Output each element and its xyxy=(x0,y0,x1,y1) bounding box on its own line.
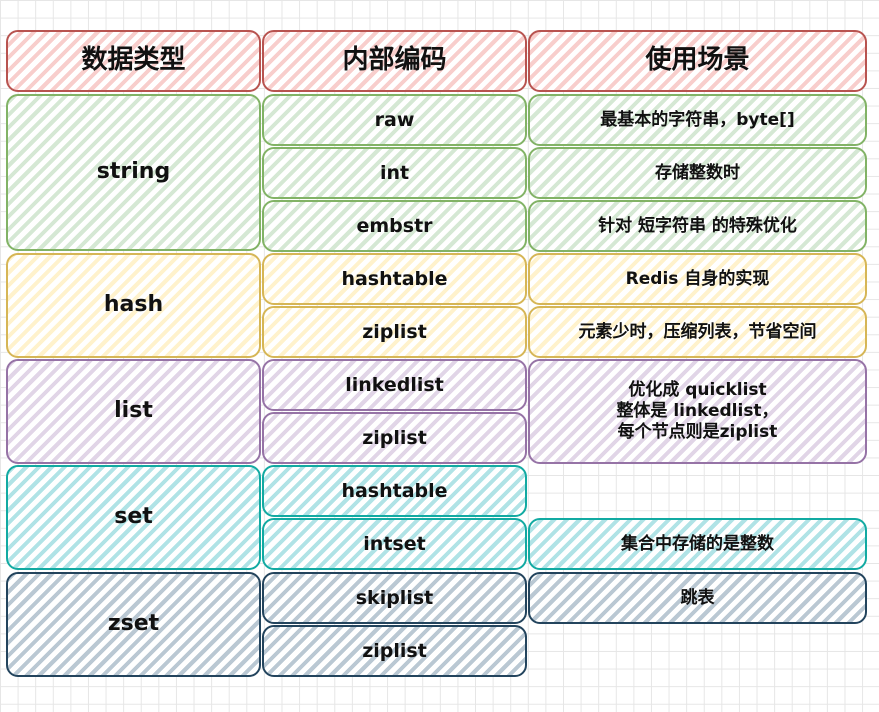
encoding-int: int xyxy=(262,147,527,199)
scenario-list: 优化成 quicklist 整体是 linkedlist， 每个节点则是zipl… xyxy=(528,359,867,464)
header-scenario: 使用场景 xyxy=(528,30,867,92)
header-encoding: 内部编码 xyxy=(262,30,527,92)
scenario-hash-ziplist: 元素少时，压缩列表，节省空间 xyxy=(528,306,867,358)
type-string: string xyxy=(6,94,261,251)
header-type: 数据类型 xyxy=(6,30,261,92)
encoding-embstr: embstr xyxy=(262,200,527,252)
scenario-int: 存储整数时 xyxy=(528,147,867,199)
encoding-linkedlist: linkedlist xyxy=(262,359,527,411)
scenario-raw: 最基本的字符串，byte[] xyxy=(528,94,867,146)
encoding-zset-ziplist: ziplist xyxy=(262,625,527,677)
encoding-hash-ziplist: ziplist xyxy=(262,306,527,358)
encoding-intset: intset xyxy=(262,518,527,570)
scenario-skiplist: 跳表 xyxy=(528,572,867,624)
scenario-intset: 集合中存储的是整数 xyxy=(528,518,867,570)
encoding-raw: raw xyxy=(262,94,527,146)
encoding-set-hashtable: hashtable xyxy=(262,465,527,517)
encoding-list-ziplist: ziplist xyxy=(262,412,527,464)
type-hash: hash xyxy=(6,253,261,358)
type-list: list xyxy=(6,359,261,464)
encoding-hash-hashtable: hashtable xyxy=(262,253,527,305)
scenario-embstr: 针对 短字符串 的特殊优化 xyxy=(528,200,867,252)
scenario-hash-hashtable: Redis 自身的实现 xyxy=(528,253,867,305)
type-set: set xyxy=(6,465,261,570)
encoding-skiplist: skiplist xyxy=(262,572,527,624)
type-zset: zset xyxy=(6,572,261,677)
